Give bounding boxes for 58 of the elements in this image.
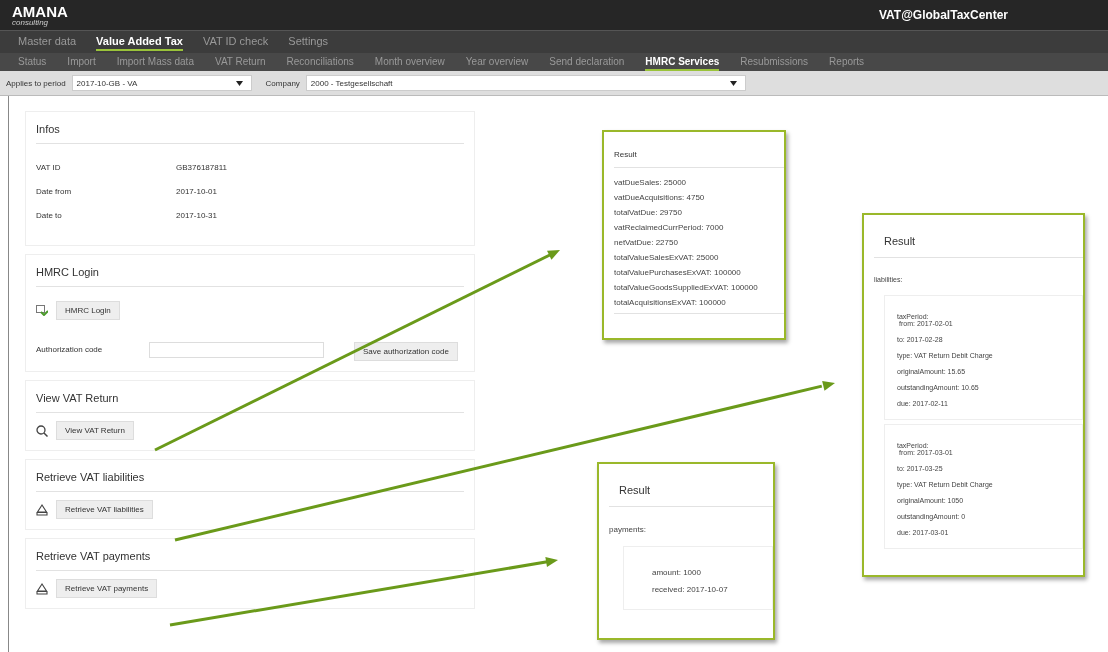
result-title: Result (618, 483, 652, 498)
action-button[interactable]: View VAT Return (56, 421, 134, 440)
field-label: VAT ID (36, 163, 62, 172)
save-button[interactable]: Save authorization code (354, 342, 458, 361)
result-line: totalVatDue: 29750 (614, 207, 683, 219)
sub-tab[interactable]: Resubmissions (740, 53, 809, 71)
sub-tab[interactable]: VAT Return (214, 53, 266, 71)
action-button[interactable]: Retrieve VAT liabilities (56, 500, 153, 519)
logo-subtitle: consulting (12, 18, 50, 27)
main-tab[interactable]: Settings (288, 33, 329, 51)
period-dropdown[interactable]: 2017-10-GB - VA (71, 75, 252, 91)
logo-text: AMANA (12, 3, 68, 19)
section-title: Infos (36, 122, 61, 137)
result-line: totalValueSalesExVAT: 25000 (614, 252, 720, 264)
field-value: 2017-10-01 (176, 187, 217, 196)
field-value: 2017-10-31 (176, 211, 217, 220)
search-icon (36, 424, 48, 437)
result-title: Result (883, 234, 917, 249)
login-button[interactable]: HMRC Login (56, 301, 120, 320)
field-label: Date to (36, 211, 63, 220)
sub-tab[interactable]: Year overview (465, 53, 529, 71)
result-title: Result (614, 149, 638, 161)
result-line: totalValuePurchasesExVAT: 100000 (614, 267, 742, 279)
sub-tab[interactable]: Import Mass data (116, 53, 194, 71)
sub-tab[interactable]: Month overview (374, 53, 445, 71)
field-label: Date from (36, 187, 73, 196)
result-heading: payments: (609, 525, 647, 536)
result-line: netVatDue: 22750 (614, 237, 679, 249)
app-title: VAT@GlobalTaxCenter (878, 8, 1008, 22)
field-label: Authorization code (36, 345, 104, 354)
login-icon (36, 305, 48, 316)
section-title: Retrieve VAT liabilities (36, 470, 146, 485)
main-tab[interactable]: Master data (18, 33, 77, 51)
section-title: View VAT Return (36, 391, 120, 406)
result-line: totalAcquisitionsExVAT: 100000 (614, 297, 727, 309)
caret-icon (729, 80, 737, 86)
result-line: totalValueGoodsSuppliedExVAT: 100000 (614, 282, 759, 294)
period-label: Applies to period (6, 78, 66, 88)
result-line: received: 2017-10-07 (652, 584, 729, 596)
sub-tab[interactable]: Status (18, 53, 47, 71)
sub-tab[interactable]: Import (67, 53, 96, 71)
sub-tab[interactable]: Reports (829, 53, 865, 71)
result-line: vatDueAcquisitions: 4750 (614, 192, 706, 204)
company-dropdown[interactable]: 2000 - Testgesellschaft (305, 75, 746, 91)
field-value: GB376187811 (176, 163, 227, 172)
section-title: HMRC Login (36, 265, 100, 280)
caret-icon (235, 80, 243, 86)
section-title: Retrieve VAT payments (36, 549, 152, 564)
result-line: vatDueSales: 25000 (614, 177, 688, 189)
action-button[interactable]: Retrieve VAT payments (56, 579, 158, 598)
main-tab[interactable]: Value Added Tax (96, 33, 183, 51)
main-tab[interactable]: VAT ID check (202, 33, 269, 51)
sub-tab[interactable]: Send declaration (549, 53, 625, 71)
result-line: amount: 1000 (652, 567, 702, 579)
sub-tab[interactable]: Reconciliations (286, 53, 354, 71)
result-line: vatReclaimedCurrPeriod: 7000 (614, 222, 725, 234)
authorization-code-field[interactable] (149, 341, 324, 358)
company-label: Company (265, 78, 300, 88)
